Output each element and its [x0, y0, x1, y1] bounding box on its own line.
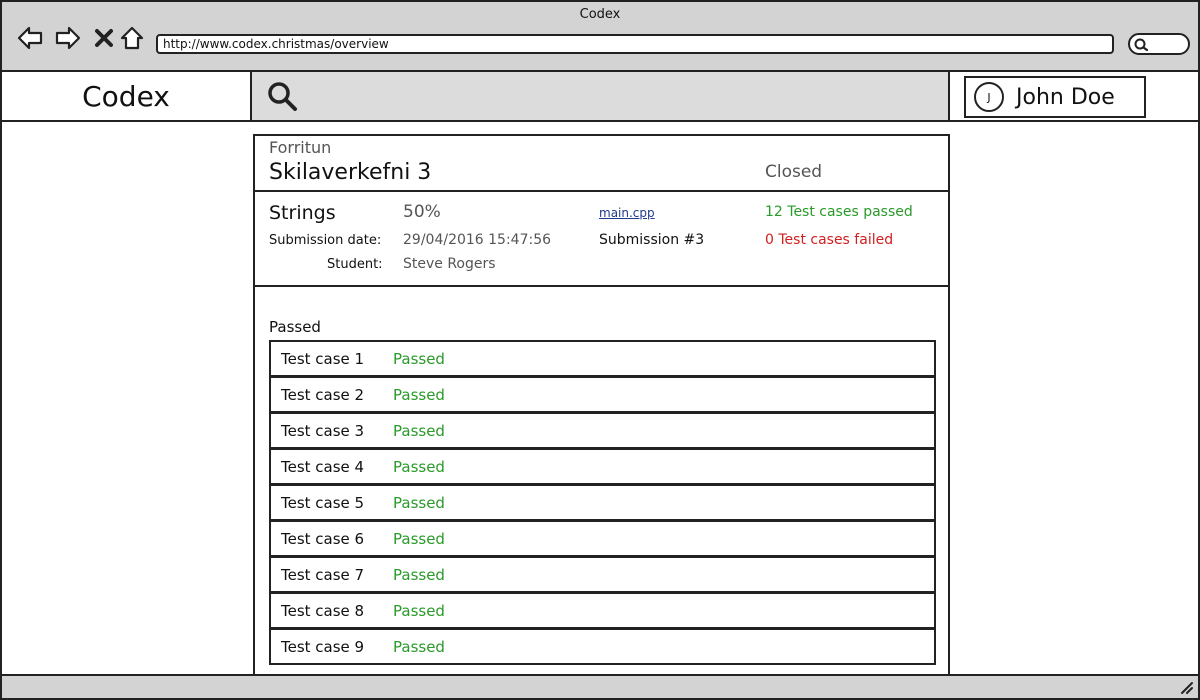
test-case-list: Test case 1 Passed Test case 2 Passed Test… — [269, 340, 936, 665]
table-row[interactable]: Test case 8 Passed — [269, 592, 936, 629]
browser-chrome: Codex http://www.codex.christmas/overvie… — [2, 2, 1198, 72]
window-title: Codex — [579, 7, 621, 22]
test-case-name: Test case 2 — [281, 385, 365, 404]
course-name: Forritun — [269, 138, 332, 157]
submission-panel: Forritun Skilaverkefni 3 Closed Strings … — [253, 134, 950, 674]
tests-failed-count: 0 Test cases failed — [765, 232, 894, 248]
test-case-name: Test case 5 — [281, 493, 365, 512]
test-case-status: Passed — [393, 457, 445, 476]
test-case-name: Test case 7 — [281, 565, 365, 584]
user-menu-button[interactable]: J John Doe — [964, 76, 1146, 118]
user-name: John Doe — [1016, 84, 1115, 110]
table-row[interactable]: Test case 5 Passed — [269, 484, 936, 521]
test-case-status: Passed — [393, 421, 445, 440]
submission-number: Submission #3 — [599, 232, 705, 248]
section-title: Passed — [269, 318, 321, 336]
test-case-name: Test case 1 — [281, 349, 365, 368]
search-icon[interactable] — [266, 80, 298, 112]
test-case-status: Passed — [393, 637, 445, 656]
app-logo[interactable]: Codex — [2, 72, 252, 120]
test-case-status: Passed — [393, 529, 445, 548]
browser-search-field[interactable] — [1128, 33, 1190, 55]
student-name: Steve Rogers — [403, 256, 496, 272]
test-case-name: Test case 9 — [281, 637, 365, 656]
test-case-status: Passed — [393, 493, 445, 512]
details-divider — [255, 285, 948, 287]
test-case-status: Passed — [393, 565, 445, 584]
assignment-status: Closed — [765, 162, 823, 182]
submission-date-label: Submission date: — [269, 233, 382, 248]
table-row[interactable]: Test case 4 Passed — [269, 448, 936, 485]
test-case-name: Test case 8 — [281, 601, 365, 620]
app-search-bar[interactable] — [252, 72, 950, 120]
test-case-status: Passed — [393, 349, 445, 368]
browser-window: Codex http://www.codex.christmas/overvie… — [0, 0, 1200, 700]
submission-date-value: 29/04/2016 15:47:56 — [403, 232, 552, 248]
student-label: Student: — [327, 257, 383, 272]
problem-name: Strings — [269, 202, 336, 224]
resize-grip-icon[interactable] — [1178, 679, 1194, 695]
home-icon[interactable] — [118, 24, 146, 52]
status-bar — [2, 674, 1198, 698]
table-row[interactable]: Test case 1 Passed — [269, 340, 936, 377]
assignment-title: Skilaverkefni 3 — [269, 160, 432, 185]
header-divider — [255, 190, 948, 192]
test-case-status: Passed — [393, 601, 445, 620]
close-icon[interactable] — [90, 24, 118, 52]
search-icon — [1134, 38, 1149, 52]
table-row[interactable]: Test case 6 Passed — [269, 520, 936, 557]
table-row[interactable]: Test case 2 Passed — [269, 376, 936, 413]
table-row[interactable]: Test case 7 Passed — [269, 556, 936, 593]
avatar: J — [974, 82, 1004, 112]
test-case-name: Test case 3 — [281, 421, 365, 440]
back-arrow-icon[interactable] — [16, 24, 44, 52]
app-header: Codex J John Doe — [2, 72, 1198, 122]
forward-arrow-icon[interactable] — [54, 24, 82, 52]
table-row[interactable]: Test case 3 Passed — [269, 412, 936, 449]
submitted-file-link[interactable]: main.cpp — [599, 206, 655, 220]
test-case-name: Test case 6 — [281, 529, 365, 548]
table-row[interactable]: Test case 9 Passed — [269, 628, 936, 665]
grade-value: 50% — [403, 202, 441, 222]
test-case-name: Test case 4 — [281, 457, 365, 476]
test-case-status: Passed — [393, 385, 445, 404]
tests-passed-count: 12 Test cases passed — [765, 204, 913, 220]
url-input[interactable]: http://www.codex.christmas/overview — [156, 34, 1114, 54]
